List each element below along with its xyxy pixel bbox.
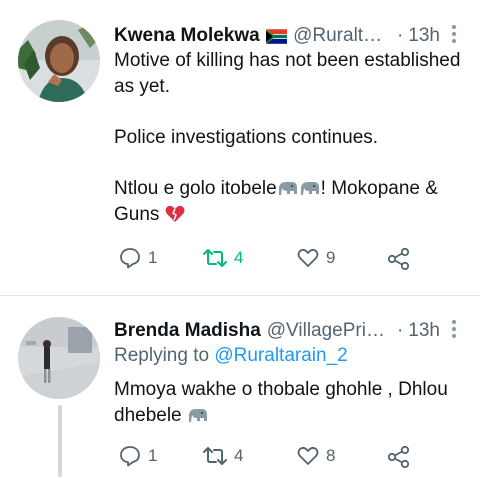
- paragraph-1: Motive of killing has not been establish…: [114, 50, 461, 97]
- like-button[interactable]: 9: [296, 246, 335, 270]
- share-button[interactable]: [386, 246, 412, 272]
- tweet-text: Motive of killing has not been establish…: [114, 48, 464, 253]
- author-name[interactable]: Brenda Madisha: [114, 320, 261, 342]
- replying-to: Replying to @Ruraltarain_2: [114, 345, 348, 367]
- retweet-count: 4: [234, 446, 244, 465]
- timestamp[interactable]: 13h: [408, 25, 440, 47]
- tweet-header: Kwena Molekwa @Ruraltar... · 13h: [114, 22, 440, 50]
- avatar[interactable]: [18, 317, 100, 399]
- paragraph-3-start: Ntlou e golo itobele: [114, 178, 277, 199]
- tweet-actions: 1 4 8: [118, 444, 418, 474]
- timestamp[interactable]: 13h: [408, 320, 440, 342]
- heart-icon: [297, 248, 319, 267]
- elephant-emoji-icon: [278, 182, 297, 195]
- like-count: 8: [326, 446, 336, 465]
- paragraph-2: Police investigations continues.: [114, 127, 379, 148]
- elephant-emoji-icon: [188, 409, 207, 422]
- tweet-text-content: Mmoya wakhe o thobale ghohle , Dhlou dhe…: [114, 379, 448, 426]
- author-name[interactable]: Kwena Molekwa: [114, 25, 260, 47]
- share-button[interactable]: [386, 444, 412, 470]
- tweet-1[interactable]: Kwena Molekwa @Ruraltar... · 13h Motive …: [0, 0, 480, 296]
- south-africa-flag-icon: [265, 28, 288, 44]
- author-handle[interactable]: @VillagePrie...: [267, 320, 392, 342]
- retweet-count: 4: [234, 248, 244, 267]
- reply-button[interactable]: 1: [118, 444, 157, 468]
- tweet-header: Brenda Madisha @VillagePrie... · 13h: [114, 317, 440, 345]
- broken-heart-emoji-icon: [165, 205, 185, 222]
- tweet-text: Mmoya wakhe o thobale ghohle , Dhlou dhe…: [114, 377, 464, 429]
- retweet-button[interactable]: 4: [202, 444, 243, 468]
- reply-count: 1: [148, 248, 158, 267]
- paragraph-3: Ntlou e golo itobele! Mokopane & Guns: [114, 176, 464, 228]
- tweet-2[interactable]: Brenda Madisha @VillagePrie... · 13h Rep…: [0, 297, 480, 478]
- thread-line: [58, 405, 62, 477]
- separator-dot: ·: [396, 25, 404, 46]
- replying-mention[interactable]: @Ruraltarain_2: [214, 345, 347, 366]
- like-count: 9: [326, 248, 336, 267]
- retweet-button[interactable]: 4: [202, 246, 243, 270]
- share-icon: [387, 445, 410, 469]
- elephant-emoji-icon: [300, 182, 319, 195]
- author-handle[interactable]: @Ruraltar...: [293, 25, 392, 47]
- reply-button[interactable]: 1: [118, 246, 157, 270]
- share-icon: [387, 247, 410, 271]
- tweet-divider: [0, 295, 480, 296]
- more-options-icon[interactable]: [452, 317, 456, 341]
- retweet-icon: [203, 447, 227, 465]
- more-options-icon[interactable]: [452, 22, 456, 46]
- like-button[interactable]: 8: [296, 444, 335, 468]
- tweet-actions: 1 4 9: [118, 246, 418, 276]
- heart-icon: [297, 446, 319, 465]
- replying-prefix: Replying to: [114, 345, 215, 366]
- reply-icon: [120, 248, 140, 269]
- separator-dot: ·: [396, 320, 404, 341]
- avatar[interactable]: [18, 20, 100, 102]
- reply-icon: [120, 446, 140, 467]
- reply-count: 1: [148, 446, 158, 465]
- retweet-icon: [203, 249, 227, 267]
